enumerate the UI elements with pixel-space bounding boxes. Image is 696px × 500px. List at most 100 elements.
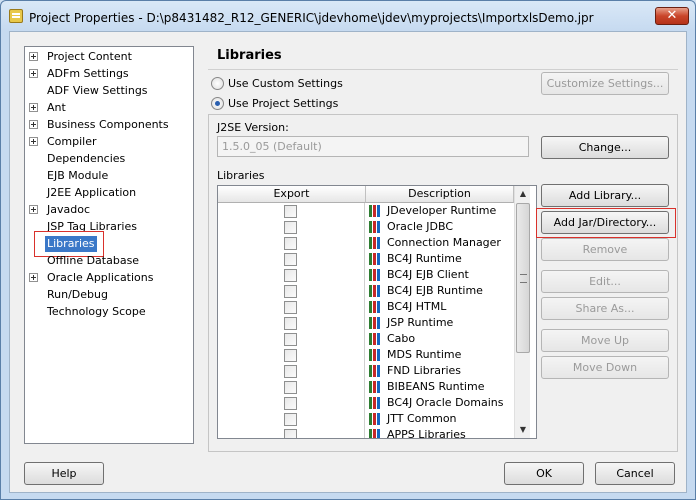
tree-item[interactable]: Compiler	[25, 134, 193, 150]
description-cell: JTT Common	[366, 411, 514, 427]
table-row[interactable]: BC4J EJB Runtime	[218, 283, 514, 299]
export-cell	[218, 363, 365, 379]
export-cell	[218, 283, 365, 299]
export-cell	[218, 379, 365, 395]
share-as-button[interactable]: Share As...	[541, 297, 669, 320]
table-row[interactable]: Oracle JDBC	[218, 219, 514, 235]
use-custom-settings-label: Use Custom Settings	[228, 76, 343, 90]
export-checkbox[interactable]	[284, 429, 297, 438]
export-checkbox[interactable]	[284, 317, 297, 330]
library-icon	[369, 333, 383, 345]
tree-item[interactable]: ADF View Settings	[25, 83, 193, 99]
column-header-description[interactable]: Description	[366, 186, 514, 203]
category-tree[interactable]: Project Content ADFm Settings ADF View Set…	[24, 46, 194, 444]
vertical-scrollbar[interactable]: ▲ ▼	[514, 186, 530, 438]
table-row[interactable]: FND Libraries	[218, 363, 514, 379]
table-row[interactable]: BC4J Runtime	[218, 251, 514, 267]
edit-button[interactable]: Edit...	[541, 270, 669, 293]
cancel-button[interactable]: Cancel	[595, 462, 675, 485]
export-checkbox[interactable]	[284, 365, 297, 378]
tree-item[interactable]: Offline Database	[25, 253, 193, 269]
tree-item[interactable]: Technology Scope	[25, 304, 193, 320]
j2se-version-field[interactable]: 1.5.0_05 (Default)	[217, 136, 529, 157]
table-row[interactable]: MDS Runtime	[218, 347, 514, 363]
tree-item[interactable]: Dependencies	[25, 151, 193, 167]
library-name: BIBEANS Runtime	[387, 380, 485, 393]
tree-item[interactable]: Oracle Applications	[25, 270, 193, 286]
expand-plus-icon[interactable]	[29, 205, 38, 214]
tree-item[interactable]: EJB Module	[25, 168, 193, 184]
expand-plus-icon[interactable]	[29, 103, 38, 112]
tree-item-label: Compiler	[47, 135, 97, 148]
library-name: Oracle JDBC	[387, 220, 454, 233]
table-row[interactable]: JSP Runtime	[218, 315, 514, 331]
table-row[interactable]: BIBEANS Runtime	[218, 379, 514, 395]
tree-item[interactable]: Run/Debug	[25, 287, 193, 303]
title-bar[interactable]: Project Properties - D:\p8431482_R12_GEN…	[1, 1, 695, 31]
table-row[interactable]: JTT Common	[218, 411, 514, 427]
export-cell	[218, 203, 365, 219]
tree-item[interactable]: ADFm Settings	[25, 66, 193, 82]
tree-item[interactable]: Ant	[25, 100, 193, 116]
use-project-settings-radio[interactable]: Use Project Settings	[211, 95, 338, 111]
description-cell: BC4J Oracle Domains	[366, 395, 514, 411]
tree-item[interactable]: J2EE Application	[25, 185, 193, 201]
use-custom-settings-radio[interactable]: Use Custom Settings	[211, 75, 343, 91]
tree-item[interactable]: Project Content	[25, 49, 193, 65]
expand-plus-icon[interactable]	[29, 52, 38, 61]
export-checkbox[interactable]	[284, 301, 297, 314]
export-checkbox[interactable]	[284, 397, 297, 410]
library-icon	[369, 381, 383, 393]
export-checkbox[interactable]	[284, 349, 297, 362]
export-checkbox[interactable]	[284, 237, 297, 250]
j2se-version-label: J2SE Version:	[217, 121, 289, 134]
column-header-export[interactable]: Export	[218, 186, 366, 203]
table-row[interactable]: BC4J EJB Client	[218, 267, 514, 283]
window-title: Project Properties - D:\p8431482_R12_GEN…	[29, 11, 594, 25]
change-button[interactable]: Change...	[541, 136, 669, 159]
export-checkbox[interactable]	[284, 381, 297, 394]
close-button[interactable]: ✕	[655, 7, 689, 25]
add-library-button[interactable]: Add Library...	[541, 184, 669, 207]
annotation-highlight-box	[536, 208, 676, 238]
remove-button[interactable]: Remove	[541, 238, 669, 261]
libraries-table[interactable]: Export Description JDeveloper Runtime Ora…	[217, 185, 537, 439]
tree-item-label: Oracle Applications	[47, 271, 154, 284]
table-row[interactable]: BC4J HTML	[218, 299, 514, 315]
scrollbar-thumb[interactable]	[516, 203, 530, 353]
help-button[interactable]: Help	[24, 462, 104, 485]
tree-item[interactable]: Javadoc	[25, 202, 193, 218]
ok-button[interactable]: OK	[504, 462, 584, 485]
expand-plus-icon[interactable]	[29, 69, 38, 78]
table-row[interactable]: BC4J Oracle Domains	[218, 395, 514, 411]
export-checkbox[interactable]	[284, 205, 297, 218]
export-cell	[218, 235, 365, 251]
library-name: JDeveloper Runtime	[387, 204, 497, 217]
export-checkbox[interactable]	[284, 269, 297, 282]
table-row[interactable]: JDeveloper Runtime	[218, 203, 514, 219]
expand-plus-icon[interactable]	[29, 120, 38, 129]
customize-settings-button[interactable]: Customize Settings...	[541, 72, 669, 95]
table-row[interactable]: Connection Manager	[218, 235, 514, 251]
tree-item[interactable]: Business Components	[25, 117, 193, 133]
export-checkbox[interactable]	[284, 221, 297, 234]
export-cell	[218, 427, 365, 438]
expand-plus-icon[interactable]	[29, 137, 38, 146]
description-cell: BC4J Runtime	[366, 251, 514, 267]
move-down-button[interactable]: Move Down	[541, 356, 669, 379]
library-name: BC4J HTML	[387, 300, 447, 313]
table-row[interactable]: APPS Libraries	[218, 427, 514, 438]
description-cell: Cabo	[366, 331, 514, 347]
export-checkbox[interactable]	[284, 253, 297, 266]
export-checkbox[interactable]	[284, 333, 297, 346]
export-cell	[218, 331, 365, 347]
scroll-down-arrow-icon[interactable]: ▼	[515, 422, 531, 438]
export-checkbox[interactable]	[284, 285, 297, 298]
table-row[interactable]: Cabo	[218, 331, 514, 347]
move-up-button[interactable]: Move Up	[541, 329, 669, 352]
export-checkbox[interactable]	[284, 413, 297, 426]
description-cell: FND Libraries	[366, 363, 514, 379]
scroll-up-arrow-icon[interactable]: ▲	[515, 186, 531, 202]
expand-plus-icon[interactable]	[29, 273, 38, 282]
export-cell	[218, 267, 365, 283]
